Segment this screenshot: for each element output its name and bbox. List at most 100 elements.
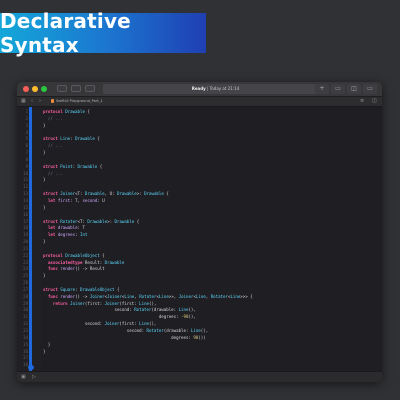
code-token: second: xyxy=(43,328,147,333)
line-number: 10 xyxy=(23,170,28,176)
code-token: >: xyxy=(136,191,145,197)
code-token: Joiner xyxy=(60,191,76,197)
code-token: Joiner xyxy=(104,321,120,327)
code-token: struct xyxy=(43,163,58,169)
status-state: Ready xyxy=(191,86,206,91)
run-line-lane[interactable] xyxy=(29,107,32,371)
line-number: 32 xyxy=(23,321,28,327)
code-line: protocol Drawable { xyxy=(43,109,253,116)
code-token: second: xyxy=(43,307,135,313)
line-number: 27 xyxy=(23,286,28,292)
code-line: func render() -> Result xyxy=(43,266,253,273)
code-token: Int xyxy=(80,232,88,238)
line-number: 20 xyxy=(23,239,28,245)
banner-title: Declarative Syntax xyxy=(0,9,131,57)
code-token: (drawable: xyxy=(163,328,191,333)
line-number: 18 xyxy=(23,225,28,231)
split-editor-icon[interactable]: ◫ xyxy=(372,97,377,106)
code-token: Joiner xyxy=(178,293,194,299)
run-button-icon[interactable] xyxy=(71,85,81,92)
code-token: DrawableObject xyxy=(80,286,115,292)
code-line: // ... xyxy=(43,116,253,123)
code-token: Drawable xyxy=(114,218,135,224)
line-number: 33 xyxy=(23,328,28,333)
line-number: 21 xyxy=(23,245,28,251)
line-number: 38 xyxy=(23,362,28,368)
code-token: , U: xyxy=(104,191,117,197)
code-token: Drawable xyxy=(144,191,164,197)
code-line: struct Square: DrawableObject { xyxy=(43,287,253,294)
code-token: Rotater xyxy=(146,328,164,333)
breadcrumb-path: SwiftUI Playground_Part_1 xyxy=(56,99,103,103)
run-playground-icon[interactable]: ▷ xyxy=(32,372,36,382)
code-token: (drawable: xyxy=(151,307,179,313)
code-token: Joiner xyxy=(104,300,120,306)
line-gutter: 1 2 3 4 5 6 7 8 9 10 11 12 13 14 15 16 17 18 19 20 21 22 23 24 2… xyxy=(17,107,41,371)
code-token: Drawable xyxy=(104,259,125,265)
code-token: Line xyxy=(195,293,206,299)
close-window-button[interactable] xyxy=(23,86,29,92)
code-token: { xyxy=(94,136,100,142)
code-token: )), xyxy=(188,314,196,320)
title-bar: Ready | Today at 21:14 + ▭ ◫ ▭ xyxy=(17,82,382,97)
line-number: 6 xyxy=(25,143,28,149)
code-token: : T xyxy=(77,225,85,231)
code-token: Line xyxy=(178,307,189,313)
navigator-panel-icon[interactable]: ▭ xyxy=(331,84,345,94)
code-line: func render() -> Joiner<Joiner<Line, Rot… xyxy=(43,294,253,301)
code-line: struct Line: Drawable { xyxy=(43,136,253,143)
line-number: 23 xyxy=(23,259,28,265)
title-banner: Declarative Syntax xyxy=(0,9,206,57)
code-token: >: xyxy=(107,218,115,224)
code-token: Drawable xyxy=(116,191,137,197)
code-line: return Joiner(first: Joiner(first: Line(… xyxy=(43,301,253,308)
forward-arrow-icon[interactable]: › xyxy=(39,97,41,106)
code-line: degrees: -90)), xyxy=(43,314,253,321)
line-number: 1 xyxy=(25,109,28,114)
code-token: render xyxy=(60,293,76,299)
code-line: } xyxy=(43,349,253,356)
line-number: 25 xyxy=(23,273,28,279)
code-editor[interactable]: 1 2 3 4 5 6 7 8 9 10 11 12 13 14 15 16 17 18 19 20 21 22 23 24 2… xyxy=(17,107,382,371)
line-number: 5 xyxy=(25,136,28,142)
debug-panel-icon[interactable]: ◫ xyxy=(347,84,361,94)
stop-button-icon[interactable] xyxy=(85,85,95,92)
inspector-panel-icon[interactable]: ▭ xyxy=(363,84,377,94)
code-token: drawable xyxy=(57,225,78,231)
code-token: Line xyxy=(139,300,150,306)
code-token: Rotater xyxy=(210,293,228,299)
line-number: 22 xyxy=(23,252,28,258)
code-token: Line xyxy=(124,293,135,299)
code-token: } xyxy=(43,122,46,128)
related-items-grid-icon[interactable]: ▦ xyxy=(21,97,26,106)
line-number: 9 xyxy=(25,163,28,169)
breadcrumb[interactable]: SwiftUI Playground_Part_1 xyxy=(51,97,103,106)
line-number: 17 xyxy=(23,218,28,224)
sidebar-toggle-icon[interactable] xyxy=(57,85,67,92)
code-token: Drawable xyxy=(87,218,108,224)
code-token: { xyxy=(163,191,169,197)
code-token: (), xyxy=(188,307,196,313)
code-token: Result: xyxy=(82,259,105,265)
add-icon[interactable]: + xyxy=(315,84,329,94)
code-token: (), xyxy=(149,300,157,306)
code-token: Joiner xyxy=(107,293,122,299)
back-arrow-icon[interactable]: ‹ xyxy=(31,97,33,106)
zoom-window-button[interactable] xyxy=(41,86,47,92)
source-code[interactable]: protocol Drawable { // ...} struct Line: … xyxy=(43,109,253,369)
code-line: let first: T, second: U xyxy=(43,198,253,205)
minimize-window-button[interactable] xyxy=(32,86,38,92)
code-token: } xyxy=(43,273,46,279)
code-token: struct xyxy=(43,191,58,197)
editor-options-icon[interactable]: ≡ xyxy=(360,97,364,106)
code-token: >>, xyxy=(168,293,179,299)
code-token: { xyxy=(134,218,140,224)
console-toggle-icon[interactable]: ▣ xyxy=(21,372,26,382)
line-number: 35 xyxy=(23,341,28,347)
code-token: second xyxy=(82,197,98,203)
run-to-line-icon[interactable] xyxy=(28,365,34,370)
code-line: } xyxy=(43,273,253,280)
line-numbers: 1 2 3 4 5 6 7 8 9 10 11 12 13 14 15 16 17 18 19 20 21 22 23 24 2… xyxy=(17,109,28,369)
